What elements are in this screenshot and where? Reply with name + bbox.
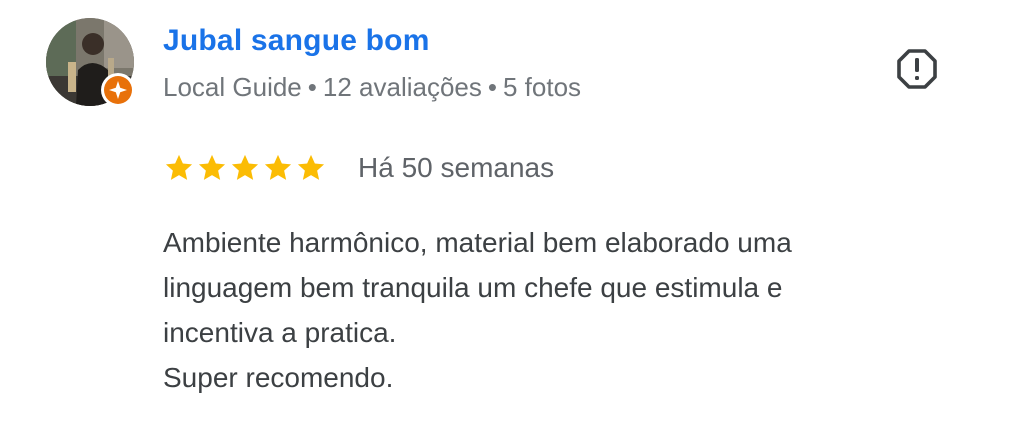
star-icon (262, 152, 294, 184)
local-guide-badge (101, 73, 135, 107)
local-guide-star-icon (104, 76, 132, 104)
review-text-line: Super recomendo. (163, 362, 394, 393)
rating-row: Há 50 semanas (163, 148, 554, 188)
local-guide-label: Local Guide (163, 72, 302, 102)
review-text-line: Ambiente harmônico, material bem elabora… (163, 227, 792, 258)
review-card: Jubal sangue bom Local Guide • 12 avaliaçõ… (0, 0, 1024, 424)
report-button[interactable] (892, 44, 942, 94)
star-icon (229, 152, 261, 184)
star-rating (163, 152, 328, 184)
author-name[interactable]: Jubal sangue bom (163, 24, 430, 58)
photos-count: 5 fotos (502, 72, 582, 102)
review-text: Ambiente harmônico, material bem elabora… (163, 220, 963, 400)
star-icon (163, 152, 195, 184)
author-avatar-wrap[interactable] (46, 18, 136, 108)
author-meta: Local Guide • 12 avaliações • 5 fotos (163, 72, 581, 103)
meta-separator: • (307, 72, 317, 102)
meta-separator: • (487, 72, 497, 102)
review-date: Há 50 semanas (358, 152, 555, 183)
star-icon (295, 152, 327, 184)
report-flag-icon (897, 49, 937, 89)
reviews-count: 12 avaliações (322, 72, 482, 102)
review-text-line: incentiva a pratica. (163, 317, 397, 348)
star-icon (196, 152, 228, 184)
review-text-line: linguagem bem tranquila um chefe que est… (163, 272, 783, 303)
